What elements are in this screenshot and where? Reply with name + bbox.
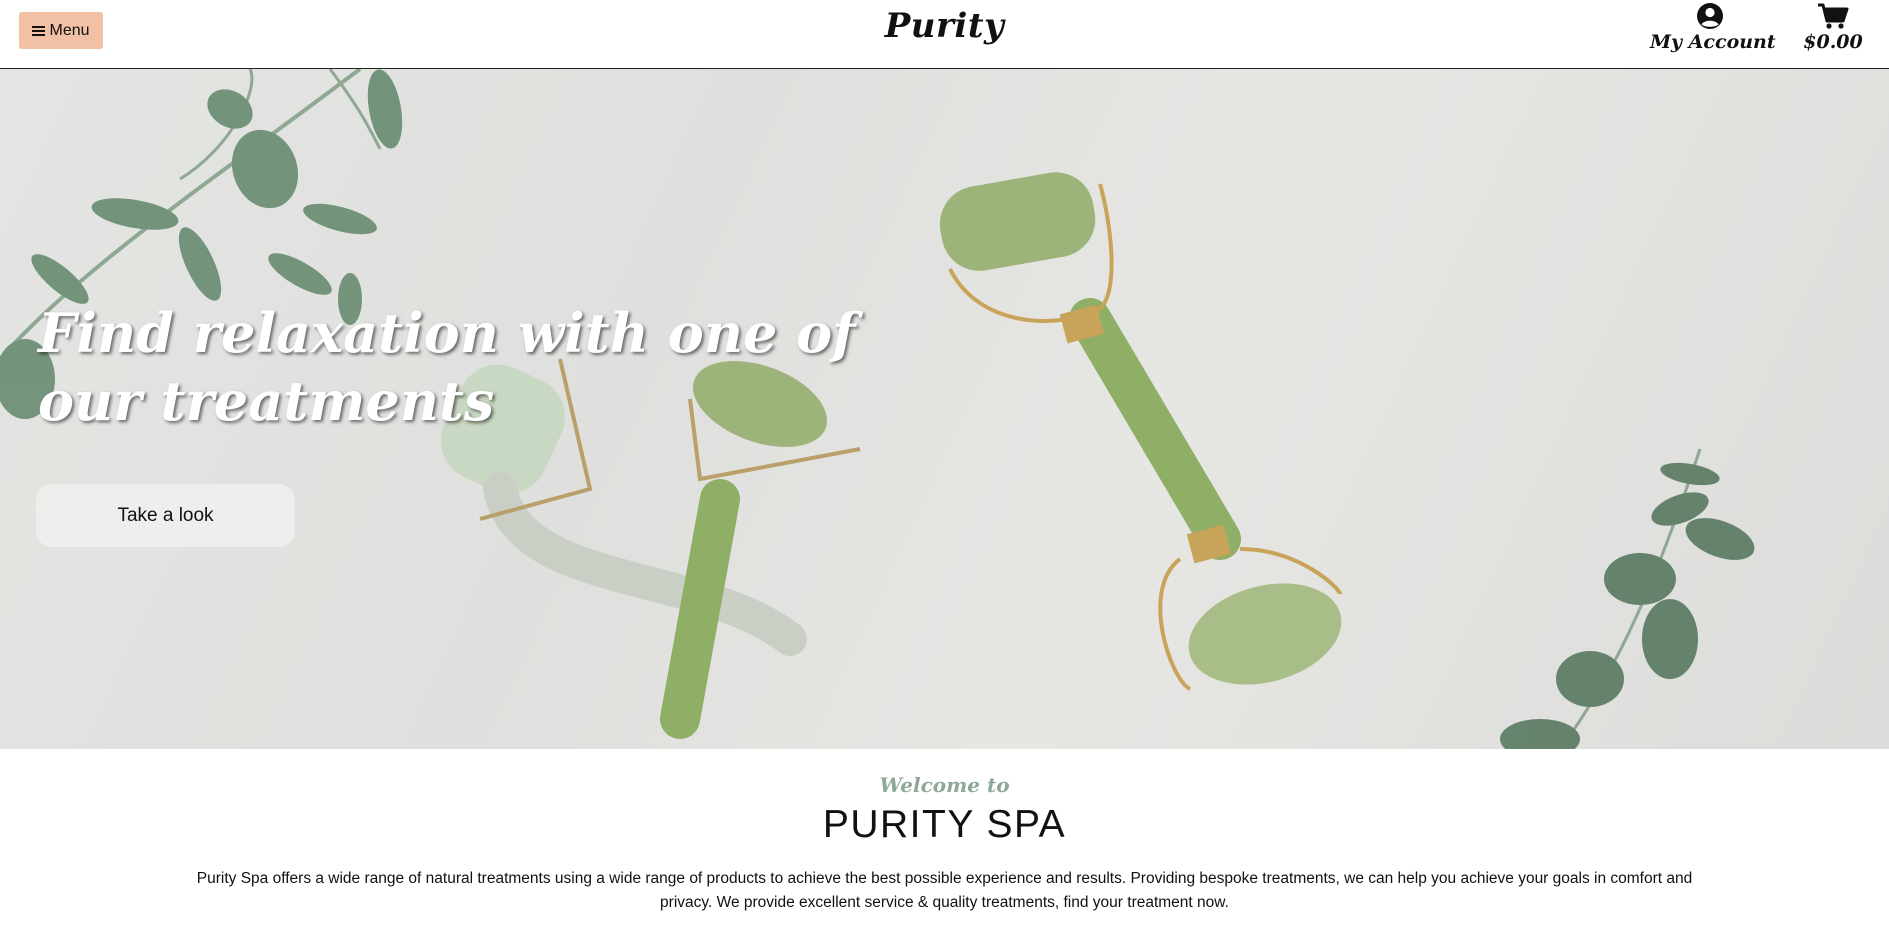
welcome-section: Welcome to PURITY SPA Purity Spa offers … [0,750,1889,915]
my-account-label: My Account [1650,31,1776,53]
my-account-link[interactable]: My Account [1650,2,1776,53]
hero-title: Find relaxation with one of our treatmen… [38,301,856,433]
take-a-look-button[interactable]: Take a look [36,484,295,547]
welcome-subtitle: Welcome to [879,773,1010,797]
cart-link[interactable]: $0.00 [1800,2,1866,53]
hero-banner: Find relaxation with one of our treatmen… [0,69,1889,749]
user-circle-icon [1650,2,1770,30]
welcome-title: PURITY SPA [822,803,1067,846]
brand-name[interactable]: Purity [885,6,1005,46]
site-header: Menu Purity My Account $0.00 [0,0,1889,69]
shopping-cart-icon [1800,2,1866,30]
cart-total: $0.00 [1803,31,1863,53]
brand-logo: Purity [0,6,1889,46]
welcome-description: Purity Spa offers a wide range of natura… [196,870,1693,911]
